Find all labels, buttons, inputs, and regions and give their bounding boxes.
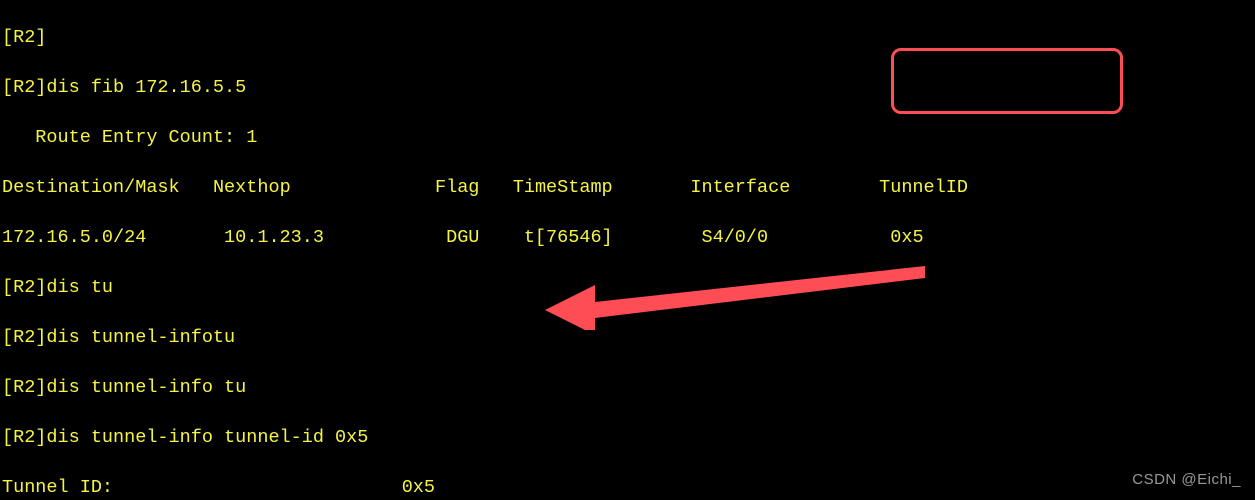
- term-line: [R2]dis fib 172.16.5.5: [2, 75, 1253, 100]
- term-line: [R2]dis tunnel-infotu: [2, 325, 1253, 350]
- watermark-text: CSDN @Eichi_: [1132, 467, 1241, 492]
- val-destination-mask: 172.16.5.0/24: [2, 227, 146, 248]
- col-timestamp: TimeStamp: [513, 177, 613, 198]
- term-line: [R2]: [2, 25, 1253, 50]
- val-tunnelid: 0x5: [890, 227, 923, 248]
- val-timestamp: t[76546]: [524, 227, 613, 248]
- tunnel-id-row: Tunnel ID: 0x5: [2, 475, 1253, 500]
- col-nexthop: Nexthop: [213, 177, 291, 198]
- col-flag: Flag: [435, 177, 479, 198]
- col-tunnelid: TunnelID: [879, 177, 968, 198]
- fib-data-row: 172.16.5.0/24 10.1.23.3 DGU t[76546] S4/…: [2, 225, 1253, 250]
- fib-header-row: Destination/Mask Nexthop Flag TimeStamp …: [2, 175, 1253, 200]
- kv-value: 0x5: [402, 477, 435, 498]
- kv-key: Tunnel ID:: [2, 477, 113, 498]
- term-line: [R2]dis tunnel-info tunnel-id 0x5: [2, 425, 1253, 450]
- val-nexthop: 10.1.23.3: [224, 227, 324, 248]
- terminal-output: [R2] [R2]dis fib 172.16.5.5 Route Entry …: [0, 0, 1255, 500]
- col-interface: Interface: [690, 177, 790, 198]
- term-line: [R2]dis tunnel-info tu: [2, 375, 1253, 400]
- val-flag: DGU: [446, 227, 479, 248]
- term-line: [R2]dis tu: [2, 275, 1253, 300]
- col-destination-mask: Destination/Mask: [2, 177, 180, 198]
- term-line: Route Entry Count: 1: [2, 125, 1253, 150]
- val-interface: S4/0/0: [701, 227, 768, 248]
